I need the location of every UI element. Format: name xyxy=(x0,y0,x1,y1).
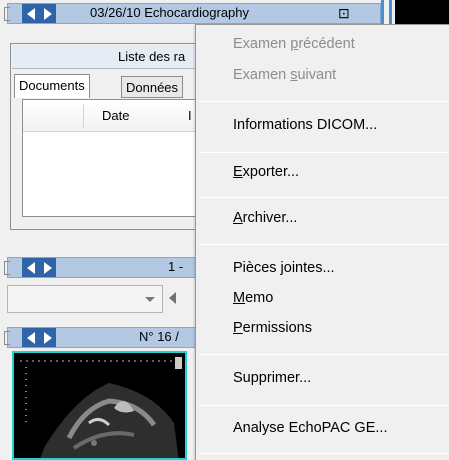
arrow-right-icon[interactable] xyxy=(43,7,52,20)
list-header: Liste des ra xyxy=(12,45,198,69)
menu-separator xyxy=(199,405,449,406)
menu-item-examen-precedent[interactable]: Examen précédent xyxy=(233,36,355,52)
list-header-label: Liste des ra xyxy=(118,49,186,64)
mnemonic-letter: P xyxy=(233,320,243,336)
menu-item-examen-suivant[interactable]: Examen suivant xyxy=(233,67,336,83)
arrow-right-icon[interactable] xyxy=(43,261,52,274)
arrow-left-icon[interactable] xyxy=(26,331,35,344)
menu-separator xyxy=(199,244,449,245)
menu-item-label: Exporter... xyxy=(233,164,300,180)
mnemonic-letter: p xyxy=(290,36,299,52)
arrow-left-icon[interactable] xyxy=(26,7,35,20)
ultrasound-image xyxy=(14,353,185,458)
bar-bracket xyxy=(4,7,10,21)
menu-item-label: Examen précédent xyxy=(233,36,355,52)
exam-title-bar: 03/26/10 Echocardiography ⊡ xyxy=(4,3,381,24)
menu-item-label: Examen suivant xyxy=(233,67,337,83)
image-bar: N° 16 / xyxy=(4,327,196,348)
column-divider[interactable] xyxy=(83,104,84,128)
bar-bracket-2 xyxy=(4,261,10,275)
menu-separator xyxy=(199,354,449,355)
tab-donnees[interactable]: Données xyxy=(121,76,184,98)
menu-item-analyse-echopac[interactable]: Analyse EchoPAC GE... xyxy=(233,420,387,436)
tab-documents-label: Documents xyxy=(19,78,85,93)
menu-item-label: Supprimer... xyxy=(233,370,312,386)
menu-separator xyxy=(199,152,449,153)
menu-item-label: Permissions xyxy=(233,320,312,336)
image-nav-arrows[interactable] xyxy=(22,328,56,347)
mnemonic-letter: E xyxy=(233,164,243,180)
exam-nav-arrows[interactable] xyxy=(22,4,56,23)
mnemonic-letter: M xyxy=(233,290,246,306)
menu-item-memo[interactable]: Memo xyxy=(233,290,273,306)
documents-table: Date I xyxy=(22,99,197,217)
menu-item-label: Analyse EchoPAC GE... xyxy=(233,420,388,436)
series-counter: 1 - xyxy=(168,259,184,274)
menu-item-informations-dicom[interactable]: Informations DICOM... xyxy=(233,117,377,133)
tab-donnees-label: Données xyxy=(126,80,179,95)
pin-icon[interactable]: ⊡ xyxy=(338,5,350,22)
arrow-left-icon[interactable] xyxy=(26,261,35,274)
prev-small-arrow-icon[interactable] xyxy=(169,292,176,304)
echo-thumbnail[interactable] xyxy=(12,351,187,460)
menu-item-label: Informations DICOM... xyxy=(233,117,378,133)
image-counter: N° 16 / xyxy=(139,329,179,344)
menu-item-permissions[interactable]: Permissions xyxy=(233,320,312,336)
menu-separator xyxy=(199,101,449,102)
menu-item-label: Pièces jointes... xyxy=(233,260,335,276)
menu-item-exporter[interactable]: Exporter... xyxy=(233,164,299,180)
series-nav-arrows[interactable] xyxy=(22,258,56,277)
table-header: Date I xyxy=(23,100,196,132)
tab-documents[interactable]: Documents xyxy=(14,74,90,98)
menu-item-label: Archiver... xyxy=(233,210,298,226)
column-date[interactable]: Date xyxy=(102,108,129,123)
exam-date-title: 03/26/10 Echocardiography xyxy=(90,5,250,20)
series-dropdown[interactable] xyxy=(7,285,163,313)
menu-separator xyxy=(199,453,449,454)
menu-item-label: Memo xyxy=(233,290,274,306)
menu-item-supprimer[interactable]: Supprimer... xyxy=(233,370,311,386)
bar-bracket-3 xyxy=(4,331,10,345)
menu-item-pieces-jointes[interactable]: Pièces jointes... xyxy=(233,260,335,276)
arrow-right-icon[interactable] xyxy=(43,331,52,344)
mnemonic-letter: s xyxy=(290,67,298,83)
menu-item-archiver[interactable]: Archiver... xyxy=(233,210,297,226)
mnemonic-letter: A xyxy=(233,210,243,226)
documents-panel: Liste des ra Documents Données Date I xyxy=(10,43,200,230)
chevron-down-icon[interactable] xyxy=(145,297,155,302)
series-bar: 1 - xyxy=(4,257,196,278)
context-menu: Examen précédent Examen suivant Informat… xyxy=(195,24,449,460)
column-second[interactable]: I xyxy=(188,108,192,123)
menu-separator xyxy=(199,197,449,198)
